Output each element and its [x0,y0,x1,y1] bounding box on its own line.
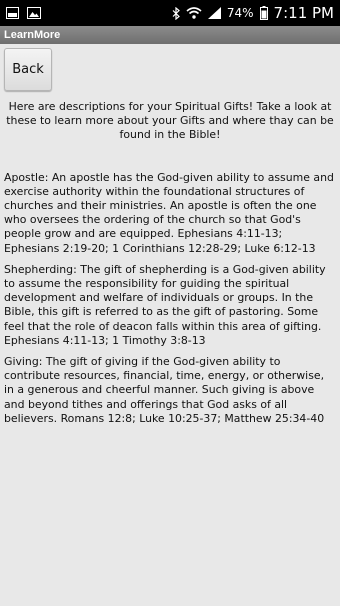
status-right: 74% 7:11 PM [172,4,334,22]
gallery-icon [6,7,19,19]
intro-text: Here are descriptions for your Spiritual… [6,100,334,142]
back-button[interactable]: Back [4,48,52,91]
back-button-label: Back [12,62,44,77]
wifi-icon [186,7,202,19]
gift-descriptions: Here are descriptions for your Spiritual… [4,100,336,433]
battery-icon [259,6,268,20]
app-title: LearnMore [4,29,61,41]
battery-percent: 74% [226,6,254,20]
status-time: 7:11 PM [273,4,334,22]
status-bar: 74% 7:11 PM [0,0,340,26]
app-title-bar: LearnMore [0,26,340,44]
gift-giving: Giving: The gift of giving if the God-gi… [4,355,325,425]
signal-icon [207,7,221,19]
bluetooth-icon [172,6,180,20]
photo-icon [27,7,41,19]
status-left [6,7,41,19]
gift-shepherding: Shepherding: The gift of shepherding is … [4,262,326,347]
gift-apostle: Apostle: An apostle has the God-given ab… [4,170,334,255]
